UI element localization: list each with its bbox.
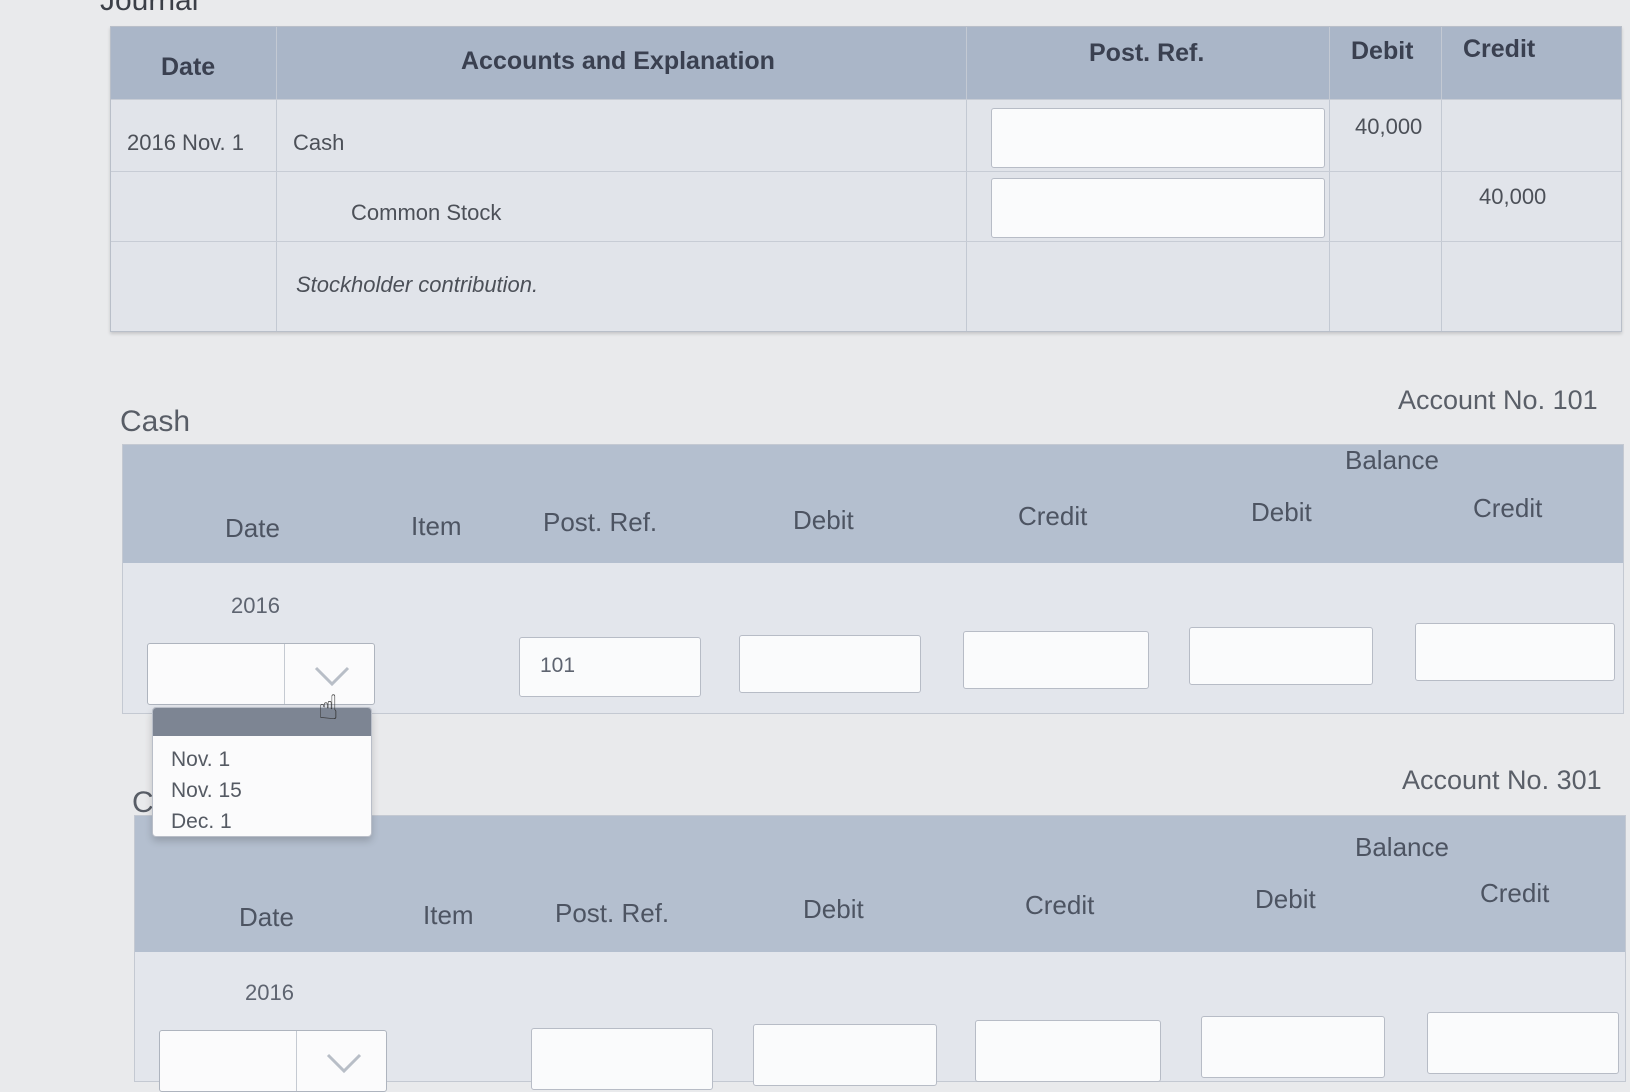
- col-balance-credit: Credit: [1473, 493, 1543, 523]
- post-ref-input[interactable]: [531, 1028, 713, 1090]
- stock-ledger-table: Balance Date Item Post. Ref. Debit Credi…: [134, 815, 1626, 1092]
- header-accounts: Accounts and Explanation: [461, 47, 775, 75]
- credit-input[interactable]: [963, 631, 1149, 689]
- balance-debit-input[interactable]: [1201, 1016, 1385, 1078]
- balance-debit-input[interactable]: [1189, 627, 1373, 685]
- col-date: Date: [225, 513, 280, 543]
- post-ref-input[interactable]: [991, 108, 1325, 168]
- row-date: 2016 Nov. 1: [127, 130, 245, 155]
- header-date: Date: [161, 53, 216, 81]
- debit-input[interactable]: [739, 635, 921, 693]
- dropdown-option-dec-1[interactable]: Dec. 1: [171, 810, 232, 834]
- col-date: Date: [239, 902, 294, 932]
- stock-account-no: Account No. 301: [1402, 765, 1602, 795]
- journal-row: Common Stock 40,000: [111, 171, 1621, 242]
- header-credit: Credit: [1463, 35, 1536, 63]
- balance-credit-input[interactable]: [1427, 1012, 1619, 1074]
- chevron-down-icon: [314, 666, 350, 687]
- col-debit: Debit: [803, 894, 864, 924]
- hand-cursor-icon: ☝: [318, 689, 339, 727]
- col-item: Item: [411, 511, 462, 541]
- col-item: Item: [423, 900, 474, 930]
- col-balance-debit: Debit: [1251, 497, 1312, 527]
- chevron-down-icon: [326, 1053, 362, 1074]
- col-balance-debit: Debit: [1255, 884, 1316, 914]
- row-credit: 40,000: [1479, 184, 1547, 209]
- col-post-ref: Post. Ref.: [555, 898, 670, 928]
- cash-ledger-table: Balance Date Item Post. Ref. Debit Credi…: [122, 444, 1624, 714]
- journal-table: Date Accounts and Explanation Post. Ref.…: [110, 26, 1622, 332]
- cash-account-no: Account No. 101: [1398, 385, 1598, 415]
- credit-input[interactable]: [975, 1020, 1161, 1082]
- col-debit: Debit: [793, 505, 854, 535]
- row-account: Cash: [293, 130, 345, 155]
- debit-input[interactable]: [753, 1024, 937, 1086]
- ledger-year: 2016: [231, 593, 280, 618]
- header-post-ref: Post. Ref.: [1089, 39, 1205, 67]
- row-debit: 40,000: [1355, 114, 1423, 139]
- post-ref-input[interactable]: 101: [519, 637, 701, 697]
- row-account: Common Stock: [351, 200, 502, 225]
- row-explanation: Stockholder contribution.: [296, 272, 539, 297]
- post-ref-value: 101: [540, 654, 576, 677]
- col-balance-credit: Credit: [1480, 878, 1550, 908]
- date-dropdown-menu: Nov. 1 Nov. 15 Dec. 1: [152, 707, 372, 837]
- col-post-ref: Post. Ref.: [543, 507, 658, 537]
- ledger-year: 2016: [245, 980, 294, 1005]
- journal-title: Journal: [100, 0, 199, 17]
- dropdown-option-nov-15[interactable]: Nov. 15: [171, 779, 242, 803]
- balance-label: Balance: [1355, 832, 1449, 862]
- cash-ledger-title: Cash: [120, 405, 191, 438]
- date-select[interactable]: [147, 643, 375, 705]
- journal-row: 2016 Nov. 1 Cash 40,000: [111, 99, 1621, 172]
- post-ref-input[interactable]: [991, 178, 1325, 238]
- dropdown-option-nov-1[interactable]: Nov. 1: [171, 748, 230, 772]
- select-divider: [296, 1031, 297, 1091]
- balance-label: Balance: [1345, 445, 1439, 475]
- col-credit: Credit: [1018, 501, 1088, 531]
- col-credit: Credit: [1025, 890, 1095, 920]
- balance-credit-input[interactable]: [1415, 623, 1615, 681]
- header-debit: Debit: [1351, 37, 1414, 65]
- journal-row: Stockholder contribution.: [111, 241, 1621, 330]
- select-divider: [284, 644, 285, 704]
- date-select[interactable]: [159, 1030, 387, 1092]
